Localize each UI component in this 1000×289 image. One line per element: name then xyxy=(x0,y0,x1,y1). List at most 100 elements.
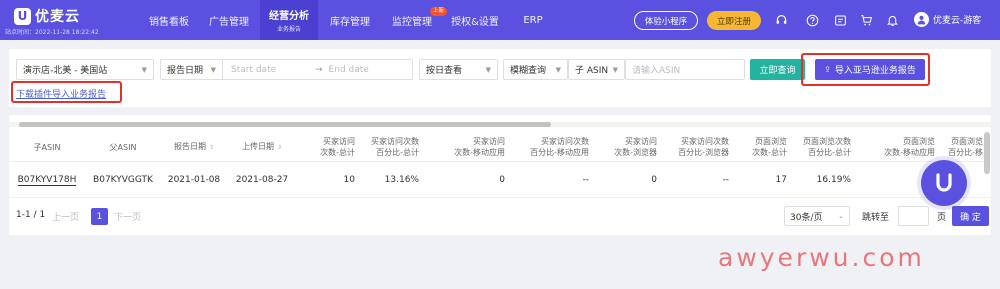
col-header: 页面浏览 次数-移动应用 xyxy=(884,137,935,157)
scrollbar-thumb[interactable] xyxy=(19,122,551,127)
nav-label: 销售看板 xyxy=(149,16,189,28)
nav-inventory[interactable]: 库存管理 xyxy=(321,0,379,40)
page-size-select[interactable]: 30条/页 ⌄ xyxy=(784,206,850,226)
vertical-scrollbar[interactable] xyxy=(984,132,990,174)
asin-search-input[interactable]: 请输入ASIN xyxy=(625,59,745,80)
col-header: 买家访问 次数-移动应用 xyxy=(454,137,505,157)
filter-panel: 演示店-北美 - 美国站 ▼ 报告日期 ▼ Start date → End d… xyxy=(9,49,991,107)
user-name: 优麦云-游客 xyxy=(933,16,982,26)
asin-type-value: 子 ASIN xyxy=(575,66,609,76)
help-icon[interactable] xyxy=(804,12,820,28)
pagination: 1-1 / 1 上一页 1 下一页 30条/页 ⌄ 跳转至 页 确 定 xyxy=(9,205,991,229)
col-header: 页面浏览 次数-总计 xyxy=(752,137,787,157)
arrow-right-icon: → xyxy=(315,64,323,75)
nav-auth-settings[interactable]: 授权&设置 xyxy=(446,0,504,40)
nav-label: 监控管理 xyxy=(392,16,432,28)
customer-service-icon[interactable] xyxy=(773,12,789,28)
pagination-summary: 1-1 / 1 xyxy=(16,210,46,220)
nav-label-wrap: 监控管理 xyxy=(392,13,432,28)
col-header: 页面浏览次数 百分比-总计 xyxy=(803,137,851,157)
store-value: 演示店-北美 - 美国站 xyxy=(23,66,108,76)
col-header: 买家访问次数 百分比-移动应用 xyxy=(530,137,589,157)
nav-erp[interactable]: ERP xyxy=(510,0,556,40)
bell-icon[interactable] xyxy=(884,12,900,28)
new-badge: 上新 xyxy=(430,7,448,16)
sort-icon: ⇕ xyxy=(276,144,283,151)
col-header: 父ASIN xyxy=(109,142,137,152)
logo-icon: U xyxy=(14,7,31,25)
date-range-picker[interactable]: 报告日期 ▼ Start date → End date xyxy=(160,59,413,80)
message-icon[interactable] xyxy=(832,12,848,28)
user-menu[interactable]: 优麦云-游客 xyxy=(914,12,981,27)
nav-sales-dashboard[interactable]: 销售看板 xyxy=(140,0,198,40)
col-header: 买家访问次数 百分比-浏览器 xyxy=(678,137,729,157)
nav-label: ERP xyxy=(523,14,543,26)
table-cell: -- xyxy=(722,175,730,185)
report-table-card: 子ASIN 父ASIN 报告日期 ⇕ 上传日期 ⇕ 买家访问 次数-总计 买家访问次数… xyxy=(9,115,991,235)
horizontal-scrollbar[interactable] xyxy=(9,122,991,127)
view-by-select[interactable]: 按日查看 ▼ xyxy=(419,59,498,80)
match-mode-select[interactable]: 模糊查询 ▼ xyxy=(503,59,568,80)
chevron-down-icon: ▼ xyxy=(612,65,618,74)
table-cell: 0 xyxy=(499,175,505,185)
table-cell: 0 xyxy=(651,175,657,185)
upload-icon: ⇪ xyxy=(824,65,831,74)
download-plugin-link[interactable]: 下载插件导入业务报告 xyxy=(16,87,106,100)
query-button[interactable]: 立即查询 xyxy=(750,59,805,80)
nav-sublabel: 业务报告 xyxy=(276,26,301,33)
table-cell: 10 xyxy=(343,175,355,185)
u-logo-icon xyxy=(936,173,952,192)
date-type-select[interactable]: 报告日期 ▼ xyxy=(161,60,223,79)
view-by-value: 按日查看 xyxy=(426,66,463,76)
end-date-input[interactable]: End date xyxy=(329,65,369,75)
chevron-down-icon: ▼ xyxy=(141,65,147,74)
prev-page-button[interactable]: 上一页 xyxy=(52,210,79,223)
table-cell: 16.19% xyxy=(816,175,851,185)
col-header[interactable]: 上传日期 ⇕ xyxy=(227,132,297,162)
col-header: 买家访问 次数-总计 xyxy=(320,137,355,157)
start-date-input[interactable]: Start date xyxy=(231,65,309,75)
chevron-down-icon: ⌄ xyxy=(838,212,844,220)
nav-monitoring[interactable]: 监控管理 xyxy=(383,0,441,40)
parent-asin-cell: B07KYVGGTK xyxy=(93,175,153,185)
nav-label: 库存管理 xyxy=(330,16,370,28)
date-type-value: 报告日期 xyxy=(167,66,204,76)
page-unit: 页 xyxy=(937,213,947,223)
cart-icon[interactable] xyxy=(858,12,874,28)
table-header: 子ASIN 父ASIN 报告日期 ⇕ 上传日期 ⇕ 买家访问 次数-总计 买家访问次数… xyxy=(9,132,991,162)
trial-mini-program-button[interactable]: 体验小程序 xyxy=(634,11,698,30)
jump-confirm-button[interactable]: 确 定 xyxy=(952,206,989,226)
sort-icon: ⇕ xyxy=(208,144,215,151)
register-button[interactable]: 立即注册 xyxy=(707,11,761,30)
table-cell: -- xyxy=(582,175,590,185)
logo-text: 优麦云 xyxy=(35,9,80,25)
app-logo[interactable]: U 优麦云 xyxy=(14,6,80,26)
page-number-current[interactable]: 1 xyxy=(91,208,108,225)
jump-page-input[interactable] xyxy=(898,206,929,226)
col-header: 买家访问次数 百分比-总计 xyxy=(371,137,419,157)
avatar xyxy=(914,12,929,27)
watermark: awyerwu.com xyxy=(718,243,925,272)
import-label: 导入亚马逊业务报告 xyxy=(834,66,916,76)
chevron-down-icon: ▼ xyxy=(485,65,491,74)
import-amazon-report-button[interactable]: ⇪ 导入亚马逊业务报告 xyxy=(815,59,925,80)
col-header[interactable]: 报告日期 ⇕ xyxy=(161,132,227,162)
site-time: 站点时间：2022-11-28 18:22:42 xyxy=(5,29,99,36)
table-cell: 13.16% xyxy=(384,175,419,185)
floating-assistant-button[interactable] xyxy=(921,160,967,206)
child-asin-cell[interactable]: B07KYV178H xyxy=(9,162,85,198)
chevron-down-icon: ▼ xyxy=(210,65,216,74)
nav-ad-management[interactable]: 广告管理 xyxy=(200,0,258,40)
table-cell: 2021-08-27 xyxy=(235,175,289,185)
top-nav-bar: U 优麦云 站点时间：2022-11-28 18:22:42 销售看板 广告管理… xyxy=(0,0,1000,40)
nav-label: 经营分析 xyxy=(269,11,309,22)
col-header: 页面浏览 百分比-移 xyxy=(948,137,983,157)
store-select[interactable]: 演示店-北美 - 美国站 ▼ xyxy=(16,59,154,80)
table-cell: 17 xyxy=(775,175,787,185)
asin-type-select[interactable]: 子 ASIN ▼ xyxy=(568,59,625,80)
table-cell: 2021-01-08 xyxy=(167,175,221,185)
match-mode-value: 模糊查询 xyxy=(510,66,547,76)
next-page-button[interactable]: 下一页 xyxy=(114,210,141,223)
chevron-down-icon: ▼ xyxy=(555,65,561,74)
nav-business-analysis[interactable]: 经营分析 业务报告 xyxy=(260,0,318,40)
